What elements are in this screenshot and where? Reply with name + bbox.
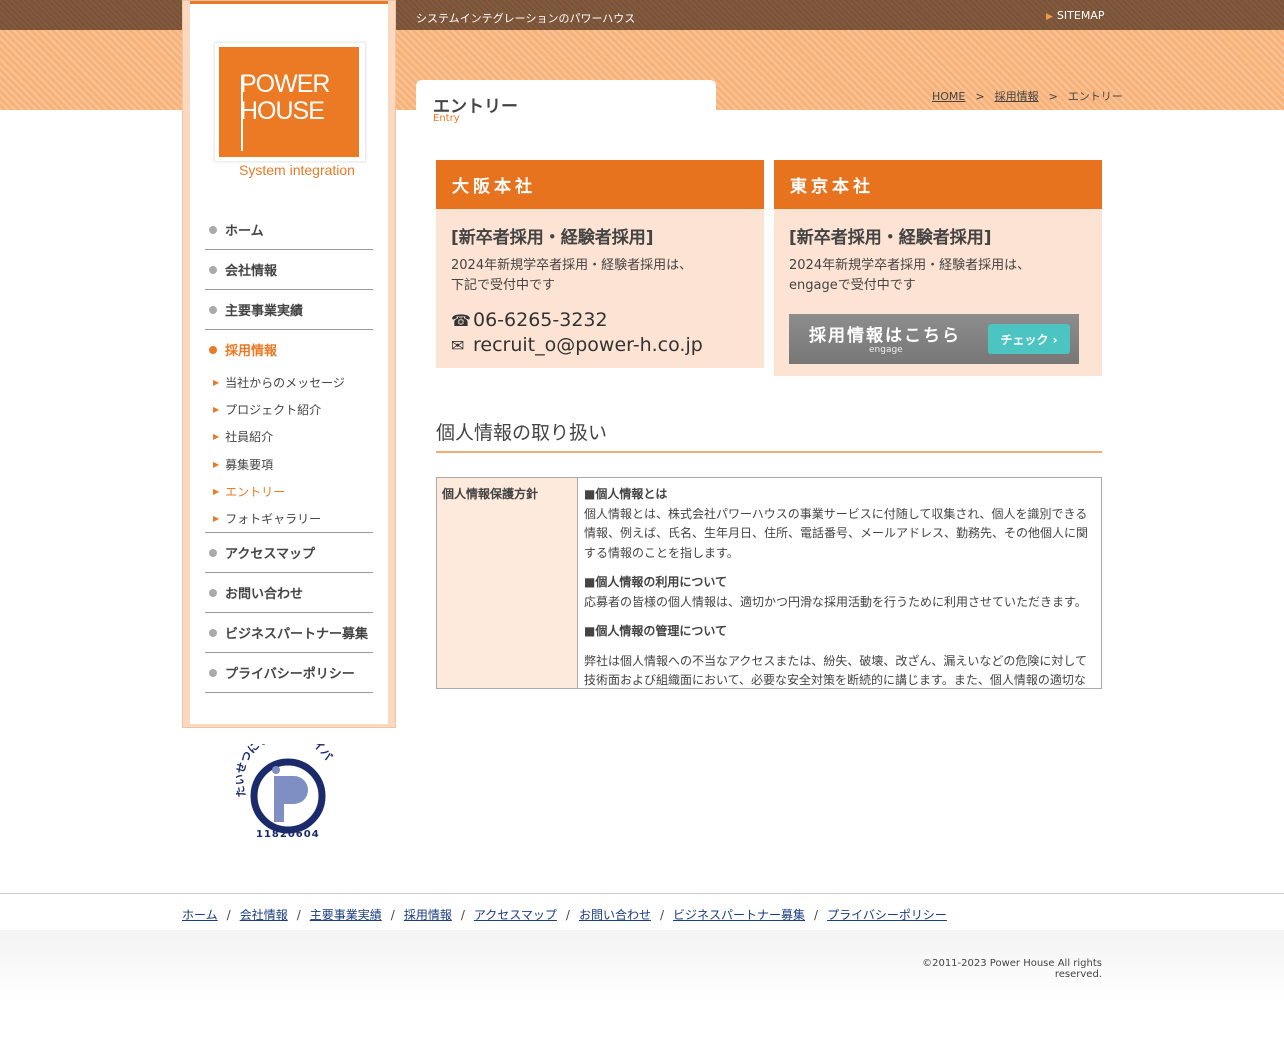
bullet-icon — [209, 345, 217, 354]
osaka-office-box: 大阪本社 [新卒者採用・経験者採用] 2024年新規学卒者採用・経験者採用は、 … — [436, 160, 764, 368]
chevron-right-icon: ▶ — [213, 432, 220, 442]
tokyo-recruit-type: [新卒者採用・経験者採用] — [789, 228, 992, 248]
nav-item-access[interactable]: アクセスマップ — [205, 533, 373, 574]
nav-item-contact[interactable]: お問い合わせ — [205, 573, 373, 614]
osaka-contact: ☎ 06-6265-3232 ✉ recruit_o@power-h.co.jp — [451, 308, 749, 358]
page-subtitle: Entry — [433, 113, 460, 124]
engage-check-button[interactable]: チェック › — [988, 324, 1070, 354]
nav-item-recruit[interactable]: 採用情報 — [205, 330, 373, 369]
chevron-right-icon: ▶ — [213, 486, 220, 496]
nav-item-company[interactable]: 会社情報 — [205, 250, 373, 290]
osaka-phone: ☎ 06-6265-3232 — [451, 309, 608, 331]
nav-item-privacy[interactable]: プライバシーポリシー — [205, 653, 373, 694]
tokyo-office-title: 東京本社 — [774, 160, 1102, 209]
footer-divider — [0, 893, 1284, 894]
subnav-item-requirements[interactable]: ▶ 募集要項 — [205, 451, 373, 478]
mail-icon: ✉ — [451, 336, 465, 355]
copyright: ©2011-2023 Power House All rights reserv… — [922, 958, 1102, 980]
privacy-table-content: ■個人情報とは 個人情報とは、株式会社パワーハウスの事業サービスに付随して収集さ… — [584, 487, 1089, 687]
footer-link-company[interactable]: 会社情報 — [240, 908, 288, 922]
chevron-right-icon: ▶ — [213, 405, 220, 415]
chevron-right-icon: ▶ — [1046, 12, 1053, 22]
sidebar: POWER HOUSE System integration ホーム 会社情報 … — [182, 0, 396, 728]
footer-link-home[interactable]: ホーム — [182, 908, 218, 922]
phone-icon: ☎ — [451, 311, 471, 330]
footer-nav: ホーム / 会社情報 / 主要事業実績 / 採用情報 / アクセスマップ / お問い合わせ / ビジネス… — [182, 908, 947, 922]
chevron-right-icon: ▶ — [213, 459, 220, 469]
privacy-policy-table[interactable]: 個人情報保護方針 ■個人情報とは 個人情報とは、株式会社パワーハウスの事業サービ… — [436, 477, 1102, 689]
subnav-item-entry[interactable]: ▶ エントリー — [205, 478, 373, 505]
recruit-subnav: ▶ 当社からのメッセージ ▶ プロジェクト紹介 ▶ 社員紹介 ▶ 募集要項 ▶ エントリー… — [205, 369, 373, 534]
breadcrumb-recruit[interactable]: 採用情報 — [995, 90, 1039, 103]
osaka-recruit-type: [新卒者採用・経験者採用] — [451, 228, 654, 248]
bullet-icon — [209, 305, 217, 314]
breadcrumb-current: エントリー — [1067, 90, 1123, 103]
nav-item-works[interactable]: 主要事業実績 — [205, 290, 373, 330]
footer-link-partner[interactable]: ビジネスパートナー募集 — [673, 908, 805, 922]
bullet-icon — [209, 588, 217, 597]
footer-link-privacy[interactable]: プライバシーポリシー — [827, 908, 947, 922]
subnav-item-gallery[interactable]: ▶ フォトギャラリー — [205, 505, 373, 532]
footer-link-access[interactable]: アクセスマップ — [474, 908, 557, 922]
tokyo-office-box: 東京本社 [新卒者採用・経験者採用] 2024年新規学卒者採用・経験者採用は、 … — [774, 160, 1102, 376]
side-nav: ホーム 会社情報 主要事業実績 採用情報 ▶ 当社からのメッセージ ▶ プロジェクト… — [205, 210, 373, 694]
chevron-right-icon: ▶ — [213, 378, 220, 388]
bullet-icon — [209, 668, 217, 677]
nav-item-home[interactable]: ホーム — [205, 210, 373, 250]
sitemap-link[interactable]: ▶ SITEMAP — [1046, 9, 1104, 22]
osaka-email[interactable]: ✉ recruit_o@power-h.co.jp — [451, 333, 749, 358]
engage-banner[interactable]: 採用情報はこちら engage チェック › — [789, 314, 1079, 364]
footer-link-works[interactable]: 主要事業実績 — [310, 908, 382, 922]
nav-item-partner[interactable]: ビジネスパートナー募集 — [205, 613, 373, 654]
breadcrumb-home[interactable]: HOME — [932, 90, 965, 103]
footer-link-contact[interactable]: お問い合わせ — [579, 908, 651, 922]
privacy-mark-icon: たいせつにしますプライバシー — [231, 727, 335, 834]
page-heading: エントリー Entry — [416, 80, 716, 130]
bullet-icon — [209, 628, 217, 637]
privacy-mark-number: 11820604 — [256, 829, 320, 840]
privacy-section-title: 個人情報の取り扱い — [436, 418, 1102, 453]
sidebar-inner: POWER HOUSE System integration ホーム 会社情報 … — [190, 1, 388, 724]
subnav-item-project[interactable]: ▶ プロジェクト紹介 — [205, 396, 373, 423]
subnav-item-message[interactable]: ▶ 当社からのメッセージ — [205, 369, 373, 396]
bullet-icon — [209, 225, 217, 234]
bullet-icon — [209, 548, 217, 557]
privacy-mark-logo[interactable]: たいせつにしますプライバシー 11820604 — [231, 727, 336, 844]
site-tagline: システムインテグレーションのパワーハウス — [416, 12, 636, 25]
bullet-icon — [209, 265, 217, 274]
subnav-item-staff[interactable]: ▶ 社員紹介 — [205, 423, 373, 450]
osaka-office-title: 大阪本社 — [436, 160, 764, 209]
company-logo[interactable]: POWER HOUSE System integration — [214, 42, 366, 178]
privacy-table-header: 個人情報保護方針 — [437, 478, 578, 688]
engage-logo: engage — [869, 345, 903, 355]
breadcrumb: HOME > 採用情報 > エントリー — [932, 90, 1123, 103]
chevron-right-icon: ▶ — [213, 514, 220, 524]
footer-band — [0, 930, 1284, 1050]
footer-link-recruit[interactable]: 採用情報 — [404, 908, 452, 922]
